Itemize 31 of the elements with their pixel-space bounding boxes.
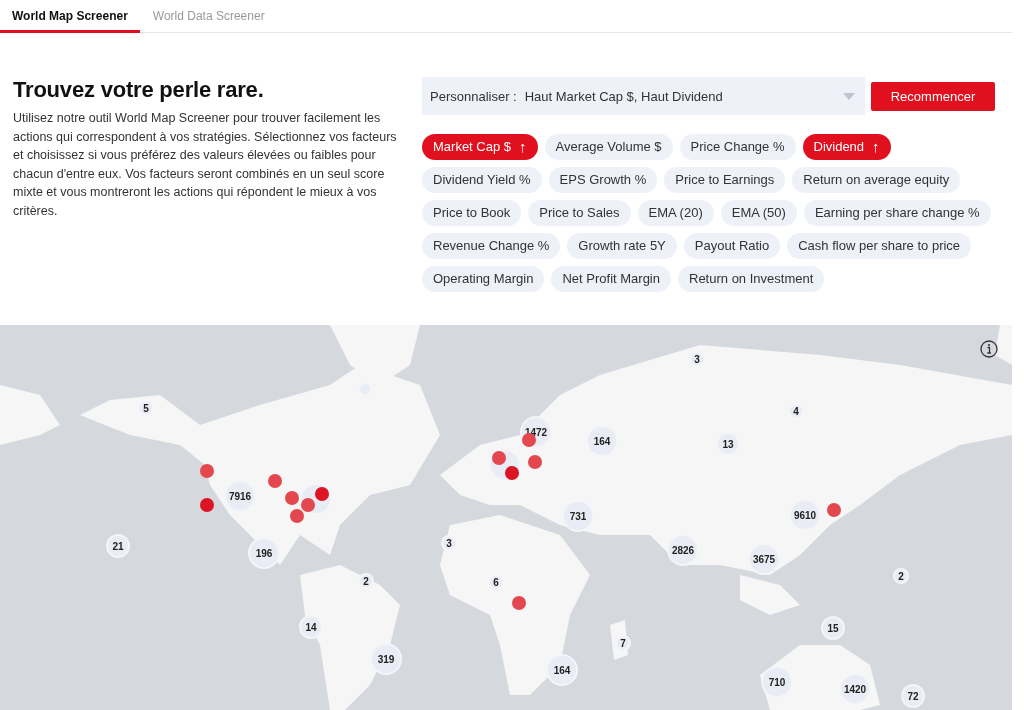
reset-button[interactable]: Recommencer bbox=[871, 81, 995, 111]
map-marker[interactable] bbox=[492, 451, 506, 465]
intro-paragraph: Utilisez notre outil World Map Screener pour trouver facilement les actions qui correspondent à vos stratégies. Sélectionnez vos facteurs et choisissez si vous préférez des valeurs élevées ou faibles pour chacun d'entre eux. Vos facteurs seront combinés en un seul score mixte et vous montreront les actions qui répondent le mieux à vos critères. bbox=[13, 110, 398, 220]
factor-chip[interactable]: EPS Growth % bbox=[548, 167, 658, 193]
factor-chip[interactable]: Market Cap $ ↑ bbox=[422, 134, 538, 160]
caret-icon bbox=[843, 92, 855, 100]
factor-chip[interactable]: Price Change % bbox=[679, 134, 796, 160]
factor-chip[interactable]: Payout Ratio bbox=[683, 233, 781, 259]
info-icon[interactable] bbox=[980, 340, 998, 358]
factor-chip[interactable]: Dividend ↑ bbox=[802, 134, 891, 160]
map-marker[interactable] bbox=[290, 509, 304, 523]
factor-chip[interactable]: Revenue Change % bbox=[422, 233, 561, 259]
heading: Trouvez votre perle rare. bbox=[13, 77, 265, 103]
factor-chip[interactable]: Dividend Yield % bbox=[422, 167, 542, 193]
factor-chip[interactable]: EMA (20) bbox=[637, 200, 714, 226]
factor-chip[interactable]: Return on average equity bbox=[792, 167, 961, 193]
factor-chip[interactable]: Price to Earnings bbox=[664, 167, 786, 193]
factor-chip[interactable]: Average Volume $ bbox=[544, 134, 673, 160]
factor-chip[interactable]: Growth rate 5Y bbox=[567, 233, 677, 259]
map-marker[interactable] bbox=[301, 498, 315, 512]
factor-chip[interactable]: Price to Book bbox=[422, 200, 522, 226]
customize-dropdown[interactable]: Personnaliser : Haut Market Cap $, Haut Dividend bbox=[422, 77, 865, 115]
map-marker[interactable] bbox=[315, 487, 329, 501]
tab[interactable]: World Map Screener bbox=[0, 0, 140, 33]
factor-chip[interactable]: Return on Investment bbox=[678, 266, 825, 292]
factor-chip[interactable]: Price to Sales bbox=[528, 200, 631, 226]
factor-chip[interactable]: Earning per share change % bbox=[803, 200, 991, 226]
factor-chip[interactable]: Cash flow per share to price bbox=[787, 233, 972, 259]
factor-chip[interactable]: Net Profit Margin bbox=[551, 266, 671, 292]
factor-chip[interactable]: EMA (50) bbox=[720, 200, 797, 226]
factor-chip[interactable]: Operating Margin bbox=[422, 266, 545, 292]
